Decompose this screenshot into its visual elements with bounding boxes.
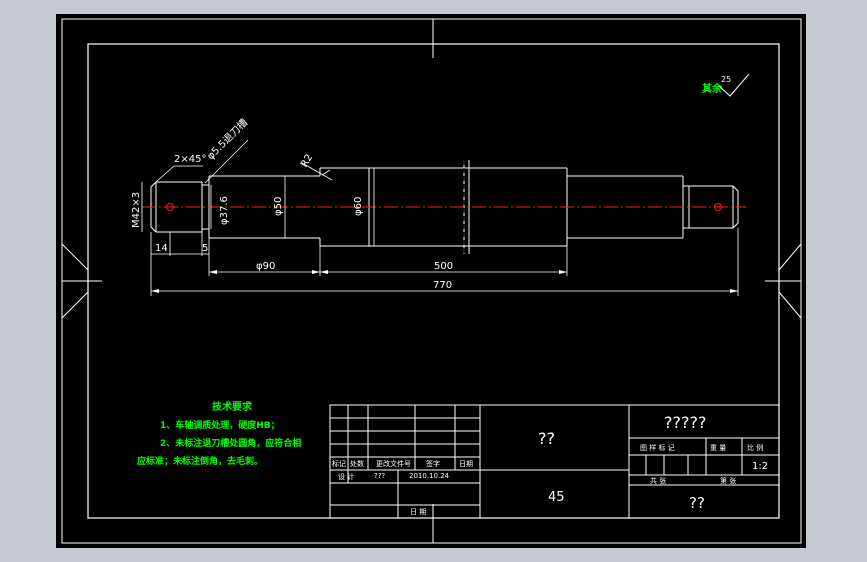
roughness-label: 其余 xyxy=(702,82,723,95)
dim-groove-diameter: φ37.6 xyxy=(219,196,230,225)
tb-date-label: 日 期 xyxy=(410,508,426,516)
tech-line-2: 2、未标注退刀槽处圆角，应符合相 xyxy=(160,437,301,449)
dim-phi60: φ60 xyxy=(353,197,364,216)
roughness-value: 25 xyxy=(721,75,731,84)
tb-design: 设 计 xyxy=(338,472,354,481)
company-name: ?? xyxy=(689,494,705,512)
tb-change-doc: 更改文件号 xyxy=(376,459,411,468)
tb-scale-label: 比 例 xyxy=(747,443,763,452)
tb-total: 共 张 xyxy=(650,476,666,485)
material: 45 xyxy=(548,490,565,505)
dim-5: 5 xyxy=(202,243,208,254)
dim-thread: M42×3 xyxy=(131,192,142,228)
tech-line-1: 1、车轴调质处理，硬度HB； xyxy=(160,419,280,431)
tb-sign: 签字 xyxy=(426,459,440,468)
dim-500: 500 xyxy=(434,261,453,272)
tech-title: 技术要求 xyxy=(212,400,253,413)
dim-90: φ90 xyxy=(256,261,275,272)
scale-value: 1:2 xyxy=(752,461,768,472)
tb-design-date: 2010.10.24 xyxy=(409,472,450,480)
dim-770: 770 xyxy=(433,280,452,291)
dim-14: 14 xyxy=(155,243,168,254)
tech-line-3: 应标准；未标注倒角，去毛刺。 xyxy=(137,455,263,467)
tb-mark: 标记 xyxy=(332,459,346,468)
dim-chamfer: 2×45° xyxy=(174,154,206,165)
tb-weight: 重 量 xyxy=(710,444,726,452)
tb-count: 处数 xyxy=(350,459,364,468)
tb-date: 日期 xyxy=(459,460,473,468)
tb-stage-mark: 图 样 标 记 xyxy=(640,443,675,452)
dim-phi50: φ50 xyxy=(273,197,284,216)
tb-designer: ??? xyxy=(374,472,385,480)
cad-drawing-canvas: 其余 25 2×45° φ5.5退刀槽 R2 M42×3 φ37.6 φ50 φ… xyxy=(0,0,867,562)
drawing-number: ????? xyxy=(664,413,706,432)
part-name: ?? xyxy=(538,429,555,448)
tb-sheet: 第 张 xyxy=(720,476,736,485)
